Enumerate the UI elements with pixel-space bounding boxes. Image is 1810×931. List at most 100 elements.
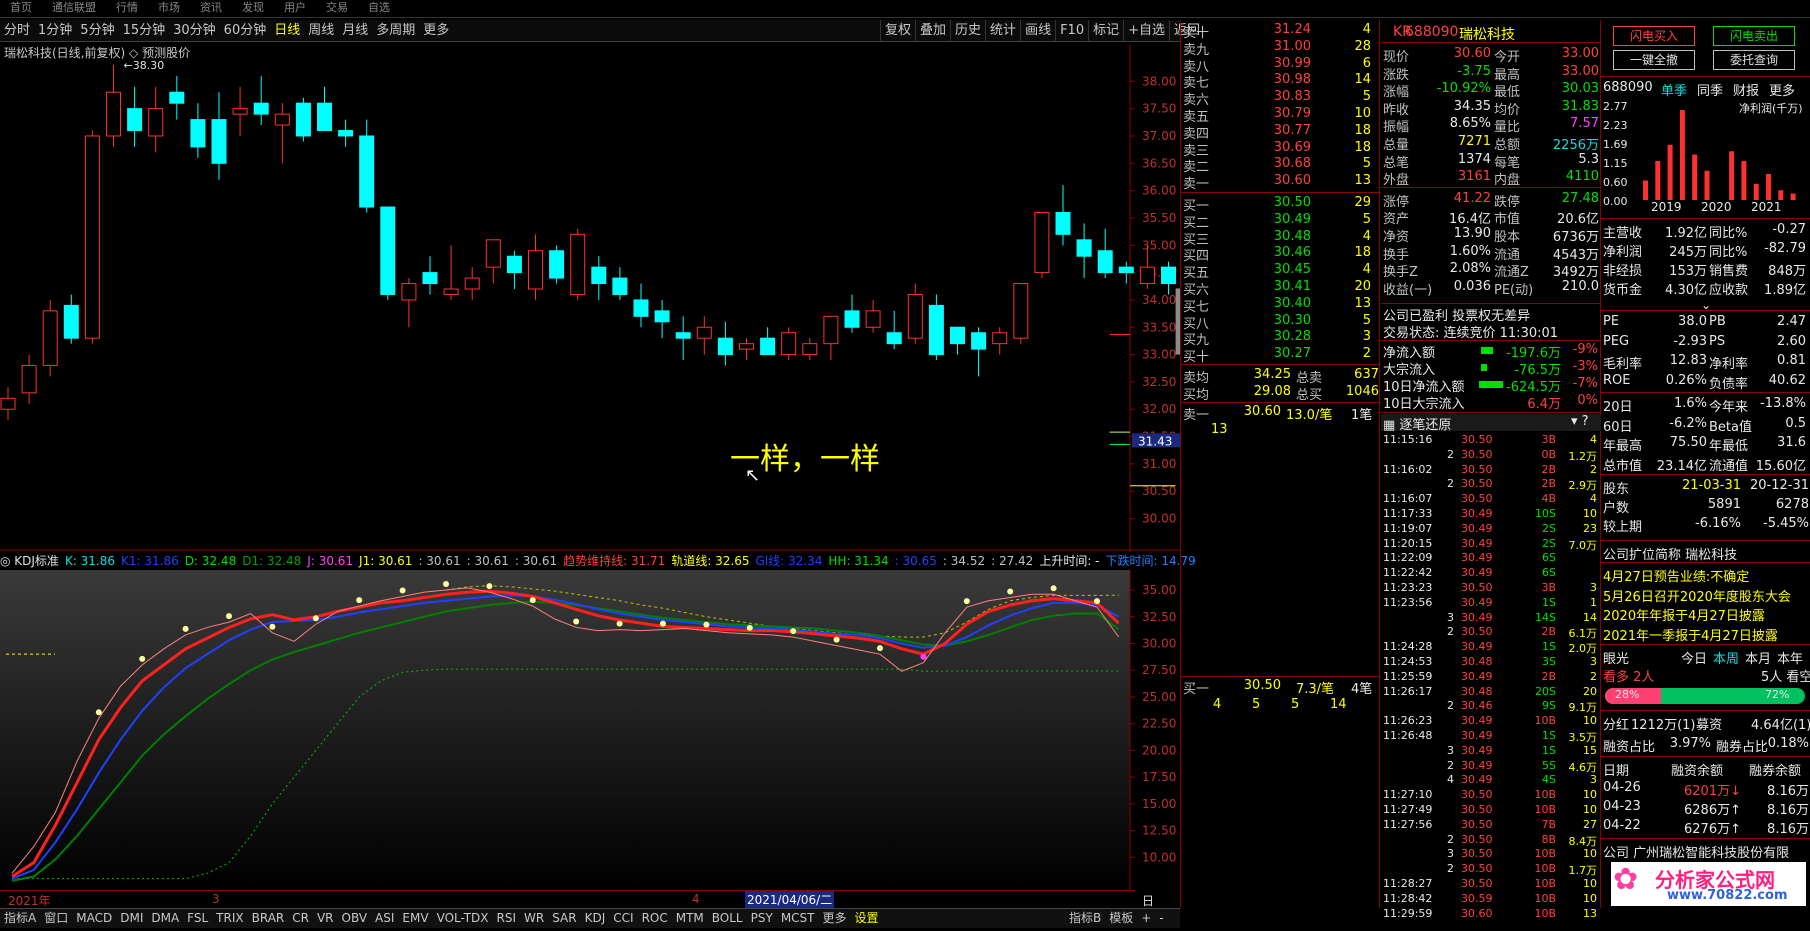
period-tab-2[interactable]: 5分钟 bbox=[76, 20, 118, 42]
tool-button-5[interactable]: F10 bbox=[1055, 20, 1088, 42]
top-menu-6[interactable]: 用户 bbox=[274, 0, 316, 16]
j-marker bbox=[269, 623, 276, 630]
top-menu-8[interactable]: 自选 bbox=[358, 0, 400, 16]
indicator-b-3[interactable]: - bbox=[1155, 909, 1167, 928]
kdj-tick-label: 32.50 bbox=[1142, 610, 1176, 624]
fin-row: 主营收 1.92亿 同比% -0.27 bbox=[1601, 222, 1806, 241]
indicator-tab-0[interactable]: 指标A bbox=[0, 909, 40, 928]
range-row: 总市值 23.14亿 流通值 15.60亿 bbox=[1601, 455, 1806, 474]
fin-tab-0[interactable]: 单季 bbox=[1661, 80, 1687, 99]
indicator-tab-1[interactable]: 窗口 bbox=[40, 909, 72, 928]
indicator-b-1[interactable]: 模板 bbox=[1105, 909, 1137, 928]
tick-extra: 1 bbox=[1590, 595, 1597, 609]
period-tab-8[interactable]: 月线 bbox=[338, 20, 372, 42]
period-tab-1[interactable]: 1分钟 bbox=[34, 20, 76, 42]
fin-tab-2[interactable]: 财报 bbox=[1733, 80, 1759, 99]
flash-sell-button[interactable]: 闪电卖出 bbox=[1713, 26, 1795, 46]
buy-price: 30.48 bbox=[1273, 228, 1311, 244]
indicator-tab-24[interactable]: 更多 bbox=[819, 909, 851, 928]
indicator-tab-2[interactable]: MACD bbox=[72, 909, 116, 928]
indicator-tab-7[interactable]: BRAR bbox=[248, 909, 289, 928]
period-tab-0[interactable]: 分时 bbox=[0, 20, 34, 42]
top-menu-4[interactable]: 资讯 bbox=[190, 0, 232, 16]
indicator-b-2[interactable]: + bbox=[1137, 909, 1155, 928]
indicator-tab-6[interactable]: TRIX bbox=[212, 909, 247, 928]
candle bbox=[106, 91, 121, 137]
j-marker bbox=[139, 655, 146, 662]
period-tab-10[interactable]: 更多 bbox=[419, 20, 453, 42]
top-menu-1[interactable]: 通信联盟 bbox=[42, 0, 106, 16]
indicator-tab-22[interactable]: PSY bbox=[747, 909, 777, 928]
j-marker bbox=[1007, 588, 1014, 595]
quote-row: 换手 1.60% 流通 4543万 bbox=[1381, 244, 1599, 263]
period-tab-3[interactable]: 15分钟 bbox=[119, 20, 170, 42]
indicator-tab-14[interactable]: RSI bbox=[493, 909, 521, 928]
indicator-tab-4[interactable]: DMA bbox=[147, 909, 183, 928]
tick-extra: 3 bbox=[1590, 581, 1597, 594]
period-tab-6[interactable]: 日线 bbox=[270, 20, 304, 42]
indicator-tab-8[interactable]: CR bbox=[288, 909, 313, 928]
profit-bar bbox=[1692, 154, 1698, 200]
top-menu-0[interactable]: 首页 bbox=[0, 0, 42, 16]
indicator-tab-5[interactable]: FSL bbox=[183, 909, 212, 928]
candlestick-chart[interactable]: 38.0037.5037.0036.5036.0035.5035.0034.50… bbox=[0, 44, 1180, 552]
tool-button-6[interactable]: 标记 bbox=[1088, 20, 1123, 42]
period-tab-7[interactable]: 周线 bbox=[304, 20, 338, 42]
top-menu-5[interactable]: 发现 bbox=[232, 0, 274, 16]
indicator-tab-15[interactable]: WR bbox=[520, 909, 548, 928]
indicator-b-0[interactable]: 指标B bbox=[1065, 909, 1105, 928]
ratio-label: PS bbox=[1709, 333, 1726, 349]
tool-button-1[interactable]: 叠加 bbox=[915, 20, 950, 42]
cancel-all-button[interactable]: 一键全撤 bbox=[1613, 50, 1695, 70]
quote-field-label: 内盘 bbox=[1494, 173, 1521, 189]
indicator-tab-12[interactable]: EMV bbox=[398, 909, 432, 928]
period-tab-4[interactable]: 30分钟 bbox=[169, 20, 220, 42]
eye-tab-0[interactable]: 今日 bbox=[1681, 648, 1707, 667]
j-marker bbox=[529, 597, 536, 604]
eye-tab-1[interactable]: 本周 bbox=[1713, 648, 1739, 667]
flow-row: 10日大宗流入 6.4万 0% bbox=[1381, 393, 1598, 412]
indicator-tab-17[interactable]: KDJ bbox=[581, 909, 610, 928]
indicator-tab-23[interactable]: MCST bbox=[777, 909, 819, 928]
period-tab-5[interactable]: 60分钟 bbox=[220, 20, 271, 42]
eye-tab-3[interactable]: 本年 bbox=[1777, 648, 1803, 667]
range-row: 年最高 75.50 年最低 31.6 bbox=[1601, 435, 1806, 454]
indicator-tab-18[interactable]: CCI bbox=[609, 909, 637, 928]
indicator-tab-25[interactable]: 设置 bbox=[851, 909, 883, 928]
indicator-tab-9[interactable]: VR bbox=[313, 909, 338, 928]
indicator-tab-19[interactable]: ROC bbox=[638, 909, 672, 928]
tool-button-4[interactable]: 画线 bbox=[1020, 20, 1055, 42]
fin-tab-3[interactable]: 更多 bbox=[1769, 80, 1795, 99]
tool-button-2[interactable]: 历史 bbox=[950, 20, 985, 42]
indicator-tab-3[interactable]: DMI bbox=[116, 909, 147, 928]
indicator-tab-11[interactable]: ASI bbox=[371, 909, 398, 928]
indicator-tab-21[interactable]: BOLL bbox=[708, 909, 747, 928]
indicator-tab-20[interactable]: MTM bbox=[672, 909, 708, 928]
news-item: 5月26日召开2020年度股东大会 bbox=[1603, 589, 1791, 605]
top-menu-3[interactable]: 市场 bbox=[148, 0, 190, 16]
sell-price: 30.83 bbox=[1273, 89, 1311, 105]
top-menu-7[interactable]: 交易 bbox=[316, 0, 358, 16]
buy-price: 30.41 bbox=[1273, 279, 1311, 294]
tick-extra: 1.2万 bbox=[1568, 449, 1598, 463]
candle bbox=[253, 102, 269, 115]
buy1-queue-row: 4 5 5 14 bbox=[1181, 697, 1381, 714]
candle bbox=[464, 277, 480, 290]
range-value: -13.8% bbox=[1760, 396, 1806, 411]
fin-tab-1[interactable]: 同季 bbox=[1697, 80, 1723, 99]
flash-buy-button[interactable]: 闪电买入 bbox=[1613, 26, 1695, 46]
margin-date: 04-22 bbox=[1603, 818, 1641, 833]
tool-button-7[interactable]: +自选 bbox=[1123, 20, 1169, 42]
period-tab-9[interactable]: 多周期 bbox=[372, 20, 419, 42]
indicator-tab-16[interactable]: SAR bbox=[548, 909, 580, 928]
eye-tab-2[interactable]: 本月 bbox=[1745, 648, 1771, 667]
indicator-tab-13[interactable]: VOL-TDX bbox=[433, 909, 493, 928]
indicator-tab-10[interactable]: OBV bbox=[338, 909, 372, 928]
order-query-button[interactable]: 委托查询 bbox=[1713, 50, 1795, 70]
sell-row: 卖十 31.24 4 bbox=[1181, 22, 1381, 41]
tool-button-0[interactable]: 复权 bbox=[880, 20, 915, 42]
tool-button-3[interactable]: 统计 bbox=[985, 20, 1020, 42]
kdj-chart[interactable]: 35.00 32.50 30.00 27.50 25.00 22.50 20.00 17.50… bbox=[0, 570, 1180, 890]
kdj-name[interactable]: ◎ KDJ标准 bbox=[0, 554, 59, 568]
top-menu-2[interactable]: 行情 bbox=[106, 0, 148, 16]
